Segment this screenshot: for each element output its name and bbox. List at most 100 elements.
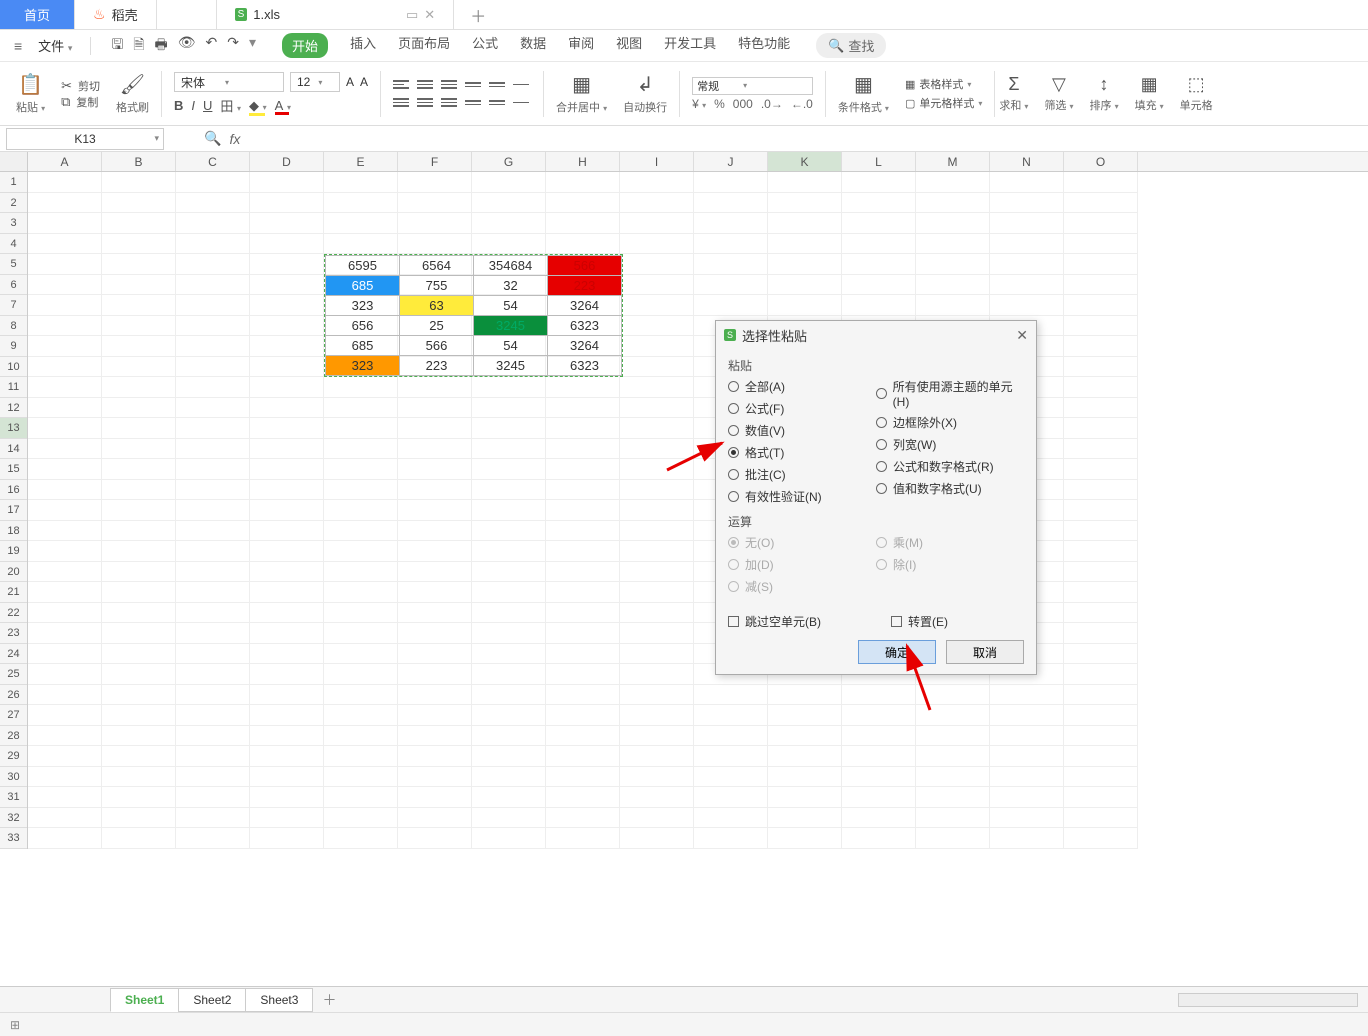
close-tab-icon[interactable]: ✕ [424,7,435,23]
radio-全部(A)[interactable]: 全部(A) [728,378,876,395]
row-header-4[interactable]: 4 [0,234,27,255]
row-header-11[interactable]: 11 [0,377,27,398]
wrap-btn[interactable] [513,96,529,110]
data-region[interactable]: 6595656435468456668575532223323635432646… [324,254,623,377]
indent-right[interactable] [489,78,505,92]
font-color-button[interactable]: A ▾ [275,98,291,113]
close-icon[interactable]: ✕ [1016,327,1028,344]
font-size-select[interactable]: 12▾ [290,72,340,92]
sort-button[interactable]: ↕排序 ▾ [1090,74,1119,113]
row-header-19[interactable]: 19 [0,541,27,562]
font-name-select[interactable]: 宋体▾ [174,72,284,92]
merge-button[interactable]: ▦ 合并居中 ▾ [548,66,615,122]
paste-button[interactable]: 📋 粘贴 ▾ [8,66,53,122]
row-header-2[interactable]: 2 [0,193,27,214]
row-header-6[interactable]: 6 [0,275,27,296]
new-tab-button[interactable]: ＋ [454,0,502,29]
row-header-7[interactable]: 7 [0,295,27,316]
cancel-button[interactable]: 取消 [946,640,1024,664]
redo-icon[interactable]: ↷ [227,34,239,58]
tab-review[interactable]: 审阅 [568,33,594,58]
spreadsheet-grid[interactable]: ABCDEFGHIJKLMNO 123456789101112131415161… [0,152,1368,864]
tab-layout[interactable]: 页面布局 [398,33,450,58]
orientation[interactable] [513,78,529,92]
indent-left[interactable] [465,78,481,92]
row-header-8[interactable]: 8 [0,316,27,337]
tab-insert[interactable]: 插入 [350,33,376,58]
row-header-13[interactable]: 13 [0,418,27,439]
percent-button[interactable]: % [714,97,725,111]
tab-home[interactable]: 首页 [0,0,75,29]
restore-icon[interactable]: ▭ [406,7,418,23]
row-header-22[interactable]: 22 [0,603,27,624]
align-center[interactable] [417,96,433,110]
radio-公式和数字格式(R)[interactable]: 公式和数字格式(R) [876,458,1024,475]
increase-decimal[interactable]: .0→ [761,97,783,111]
print-preview-icon[interactable]: 👁 [178,34,196,58]
fill-button[interactable]: ▦填充 ▾ [1135,74,1164,113]
col-header-H[interactable]: H [546,152,620,171]
row-header-18[interactable]: 18 [0,521,27,542]
underline-button[interactable]: U [203,98,212,113]
tab-formula[interactable]: 公式 [472,33,498,58]
copy-button[interactable]: ⧉复制 [61,94,100,110]
cut-button[interactable]: ✂剪切 [61,78,100,94]
row-header-17[interactable]: 17 [0,500,27,521]
horizontal-scrollbar[interactable] [1178,993,1358,1007]
cond-format-button[interactable]: ▦ 条件格式 ▾ [830,66,897,122]
row-header-25[interactable]: 25 [0,664,27,685]
align-top-right[interactable] [441,78,457,92]
row-header-32[interactable]: 32 [0,808,27,829]
col-header-E[interactable]: E [324,152,398,171]
row-header-14[interactable]: 14 [0,439,27,460]
row-header-20[interactable]: 20 [0,562,27,583]
tab-special[interactable]: 特色功能 [738,33,790,58]
italic-button[interactable]: I [191,98,195,113]
col-header-D[interactable]: D [250,152,324,171]
row-header-31[interactable]: 31 [0,787,27,808]
cell-button[interactable]: ⬚单元格 [1180,74,1213,113]
row-header-24[interactable]: 24 [0,644,27,665]
qat-dropdown[interactable]: ▾ [249,34,256,58]
decrease-decimal[interactable]: ←.0 [791,97,813,111]
col-header-L[interactable]: L [842,152,916,171]
align-top-center[interactable] [417,78,433,92]
row-header-1[interactable]: 1 [0,172,27,193]
row-header-29[interactable]: 29 [0,746,27,767]
undo-icon[interactable]: ↶ [206,34,218,58]
save-as-icon[interactable]: 🗎 [133,34,144,58]
transpose-checkbox[interactable]: 转置(E) [891,613,948,630]
col-header-M[interactable]: M [916,152,990,171]
col-header-C[interactable]: C [176,152,250,171]
increase-font-icon[interactable]: A [346,75,354,89]
tab-file[interactable]: S 1.xls ▭ ✕ [217,0,455,29]
col-header-I[interactable]: I [620,152,694,171]
comma-button[interactable]: 000 [733,97,753,111]
col-header-B[interactable]: B [102,152,176,171]
sheet-tab-Sheet1[interactable]: Sheet1 [110,988,179,1012]
radio-值和数字格式(U)[interactable]: 值和数字格式(U) [876,480,1024,497]
radio-有效性验证(N)[interactable]: 有效性验证(N) [728,488,876,505]
table-style-button[interactable]: ▦ 表格样式 ▾ [905,76,982,92]
tab-daoqiao[interactable]: ♨ 稻壳 [75,0,157,29]
radio-批注(C)[interactable]: 批注(C) [728,466,876,483]
row-header-27[interactable]: 27 [0,705,27,726]
border-button[interactable]: 田 ▾ [220,96,241,115]
fx-icon[interactable]: fx [229,131,240,147]
radio-边框除外(X)[interactable]: 边框除外(X) [876,414,1024,431]
bold-button[interactable]: B [174,98,183,113]
sum-button[interactable]: Σ求和 ▾ [999,74,1028,113]
sheet-tab-Sheet3[interactable]: Sheet3 [245,988,313,1012]
row-header-12[interactable]: 12 [0,398,27,419]
search-box[interactable]: 🔍 查找 [816,33,886,58]
tab-view[interactable]: 视图 [616,33,642,58]
file-menu[interactable]: 文件 ▾ [32,36,78,55]
number-format-select[interactable]: 常规▾ [692,77,813,95]
align-left[interactable] [393,96,409,110]
print-icon[interactable]: 🖶 [155,34,168,58]
wrap-button[interactable]: ↲ 自动换行 [615,66,675,122]
tab-data[interactable]: 数据 [520,33,546,58]
hamburger-icon[interactable]: ≡ [10,38,26,54]
col-header-G[interactable]: G [472,152,546,171]
row-header-3[interactable]: 3 [0,213,27,234]
